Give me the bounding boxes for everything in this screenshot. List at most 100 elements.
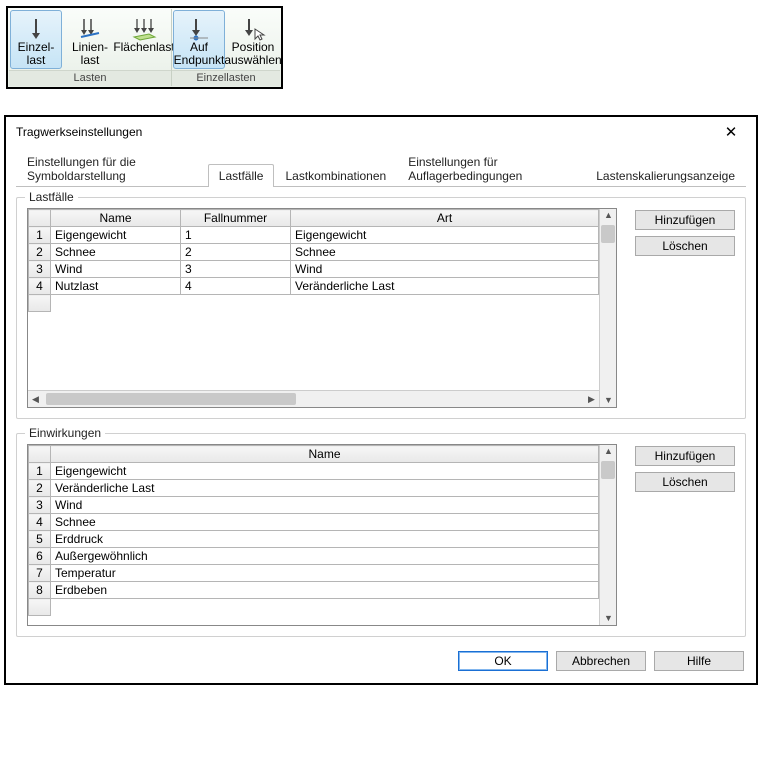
cell-name[interactable]: Nutzlast [51,278,181,295]
col-fallnummer[interactable]: Fallnummer [181,210,291,227]
cell-name[interactable]: Erddruck [51,531,599,548]
einwirkungen-delete-button[interactable]: Löschen [635,472,735,492]
cell-name[interactable]: Schnee [51,244,181,261]
ribbon-flaechenlast[interactable]: Flächenlast [118,10,170,69]
help-button[interactable]: Hilfe [654,651,744,671]
grid-lastfaelle[interactable]: Name Fallnummer Art 1Eigengewicht1Eigeng… [27,208,617,408]
table-row[interactable]: 1Eigengewicht1Eigengewicht [29,227,599,244]
cell-name[interactable]: Veränderliche Last [51,480,599,497]
cell-fallnummer[interactable]: 3 [181,261,291,278]
table-row[interactable]: 4Schnee [29,514,599,531]
dialog-footer: OK Abbrechen Hilfe [16,651,746,671]
row-number: 4 [29,514,51,531]
row-number: 7 [29,565,51,582]
grid-einwirkungen[interactable]: Name 1Eigengewicht2Veränderliche Last3Wi… [27,444,617,626]
cell-fallnummer[interactable]: 1 [181,227,291,244]
table-row[interactable]: 6Außergewöhnlich [29,548,599,565]
cell-name[interactable]: Schnee [51,514,599,531]
cell-name[interactable]: Eigengewicht [51,463,599,480]
arrows-plane-icon [130,15,158,41]
cell-art[interactable]: Schnee [291,244,599,261]
ribbon-group-label: Einzellasten [172,70,280,86]
table-row[interactable]: 8Erdbeben [29,582,599,599]
row-number: 4 [29,278,51,295]
ribbon-item-label: last [27,54,46,67]
tab-lastkombinationen[interactable]: Lastkombinationen [274,164,397,187]
table-row[interactable]: 4Nutzlast4Veränderliche Last [29,278,599,295]
table-row[interactable]: 7Temperatur [29,565,599,582]
col-name[interactable]: Name [51,446,599,463]
ribbon-group-einzellasten: AufEndpunktPositionauswählenEinzellasten [172,9,280,86]
lastfaelle-add-button[interactable]: Hinzufügen [635,210,735,230]
tab-lastenskalierung[interactable]: Lastenskalierungsanzeige [585,164,746,187]
row-number: 8 [29,582,51,599]
ribbon-einzellast[interactable]: Einzel-last [10,10,62,69]
scroll-up-icon[interactable]: ▲ [603,210,614,221]
scrollbar-vertical[interactable]: ▲ ▼ [599,445,616,625]
ribbon-linienlast[interactable]: Linien-last [64,10,116,69]
cell-name[interactable]: Wind [51,497,599,514]
col-rownum [29,446,51,463]
dialog-titlebar: Tragwerkseinstellungen ✕ [6,117,756,147]
col-rownum [29,210,51,227]
table-row[interactable]: 3Wind3Wind [29,261,599,278]
scrollbar-horizontal[interactable]: ◀ ▶ [28,390,599,407]
scrollbar-vertical[interactable]: ▲ ▼ [599,209,616,407]
table-row[interactable]: 2Veränderliche Last [29,480,599,497]
row-number [29,295,51,312]
ribbon-item-label: last [81,54,100,67]
row-number [29,599,51,616]
ribbon-group-label: Lasten [9,70,171,86]
row-number: 3 [29,497,51,514]
ribbon-group-lasten: Einzel-lastLinien-lastFlächenlast Lasten [9,9,172,86]
ribbon-position-auswahl[interactable]: Positionauswählen [227,10,279,69]
close-button[interactable]: ✕ [716,123,746,141]
row-number: 3 [29,261,51,278]
einwirkungen-add-button[interactable]: Hinzufügen [635,446,735,466]
tab-auflagerbedingungen[interactable]: Einstellungen für Auflagerbedingungen [397,150,585,187]
table-row[interactable]: 3Wind [29,497,599,514]
ribbon-auf-endpunkt[interactable]: AufEndpunkt [173,10,225,69]
tabstrip: Einstellungen für die Symboldarstellung … [16,149,746,187]
col-name[interactable]: Name [51,210,181,227]
arrow-down-icon [22,15,50,41]
table-row[interactable]: 5Erddruck [29,531,599,548]
cell-art[interactable]: Veränderliche Last [291,278,599,295]
scroll-down-icon[interactable]: ▼ [603,395,614,406]
cell-fallnummer[interactable]: 2 [181,244,291,261]
cell-name[interactable]: Wind [51,261,181,278]
cell-name[interactable]: Eigengewicht [51,227,181,244]
scroll-up-icon[interactable]: ▲ [603,446,614,457]
group-einwirkungen: Einwirkungen Name 1Eigengewich [16,433,746,637]
cell-art[interactable]: Eigengewicht [291,227,599,244]
scroll-left-icon[interactable]: ◀ [30,394,41,405]
arrow-to-point-icon [185,15,213,41]
tab-lastfaelle[interactable]: Lastfälle [208,164,275,187]
arrows-line-icon [76,15,104,41]
row-number: 2 [29,244,51,261]
ribbon-panel: Einzel-lastLinien-lastFlächenlast Lasten… [6,6,283,89]
cancel-button[interactable]: Abbrechen [556,651,646,671]
ribbon-item-label: Endpunkt [174,54,225,67]
cell-name[interactable]: Außergewöhnlich [51,548,599,565]
scroll-right-icon[interactable]: ▶ [586,394,597,405]
table-row[interactable]: 1Eigengewicht [29,463,599,480]
cell-fallnummer[interactable]: 4 [181,278,291,295]
cell-art[interactable]: Wind [291,261,599,278]
cell-name[interactable]: Temperatur [51,565,599,582]
row-number: 2 [29,480,51,497]
lastfaelle-delete-button[interactable]: Löschen [635,236,735,256]
group-lastfaelle: Lastfälle Name Fallnummer [16,197,746,419]
dialog-title: Tragwerkseinstellungen [16,125,142,139]
scroll-down-icon[interactable]: ▼ [603,613,614,624]
table-row[interactable]: 2Schnee2Schnee [29,244,599,261]
row-number: 1 [29,463,51,480]
col-art[interactable]: Art [291,210,599,227]
arrow-cursor-icon [239,15,267,41]
ok-button[interactable]: OK [458,651,548,671]
legend-einwirkungen: Einwirkungen [25,426,105,440]
cell-name[interactable]: Erdbeben [51,582,599,599]
legend-lastfaelle: Lastfälle [25,190,78,204]
tab-symboldarstellung[interactable]: Einstellungen für die Symboldarstellung [16,150,208,187]
ribbon-item-label: auswählen [224,54,281,67]
